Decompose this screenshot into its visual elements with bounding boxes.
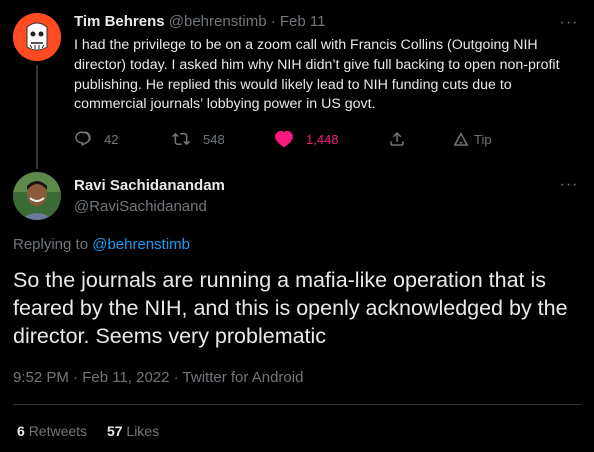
retweets-label: Retweets: [28, 423, 88, 439]
retweet-icon: [172, 132, 190, 146]
divider-top: [13, 404, 581, 405]
replying-to-line: Replying to @behrenstimb: [13, 236, 190, 253]
reply-tweet-header: Ravi Sachidanandam @RaviSachidanand: [13, 172, 583, 220]
tweet-timestamp-source[interactable]: 9:52 PM · Feb 11, 2022 · Twitter for And…: [13, 369, 303, 386]
replying-to-handle-link[interactable]: @behrenstimb: [92, 236, 190, 253]
share-button[interactable]: [388, 128, 406, 150]
tip-button[interactable]: Tip: [452, 128, 492, 150]
header-separator: ·: [270, 13, 276, 30]
retweets-count: 6: [17, 423, 25, 439]
tip-icon: [453, 132, 469, 146]
parent-author-name[interactable]: Tim Behrens: [74, 13, 165, 30]
retweets-stat[interactable]: 6 Retweets: [17, 423, 87, 439]
thread-connector-line: [36, 65, 38, 169]
likes-count: 57: [106, 423, 123, 439]
parent-more-options-button[interactable]: ···: [557, 14, 581, 34]
cartoon-face-icon: [13, 13, 61, 61]
reply-count: 42: [104, 131, 119, 147]
reply-icon: [75, 131, 91, 147]
parent-action-bar: 42 548 1,448 Tip: [74, 128, 514, 150]
likes-label: Likes: [126, 423, 160, 439]
engagement-stats: 6 Retweets 57 Likes: [17, 423, 175, 439]
reply-author-handle[interactable]: @RaviSachidanand: [74, 198, 207, 215]
parent-author-avatar[interactable]: [13, 13, 61, 61]
share-icon: [390, 131, 404, 146]
profile-photo-icon: [13, 172, 61, 220]
retweet-count: 548: [203, 131, 225, 147]
like-button[interactable]: 1,448: [274, 128, 339, 150]
parent-tweet-date[interactable]: Feb 11: [280, 13, 326, 30]
reply-more-options-button[interactable]: ···: [557, 176, 581, 196]
likes-stat[interactable]: 57 Likes: [107, 423, 159, 439]
reply-tweet-text: So the journals are running a mafia-like…: [13, 268, 568, 348]
tip-label: Tip: [474, 131, 492, 147]
heart-filled-icon: [275, 130, 293, 148]
parent-tweet-header: Tim Behrens @behrenstimb · Feb 11: [74, 13, 325, 30]
like-count: 1,448: [306, 131, 339, 147]
retweet-button[interactable]: 548: [171, 128, 225, 150]
parent-author-handle[interactable]: @behrenstimb: [169, 13, 267, 30]
reply-button[interactable]: 42: [74, 128, 118, 150]
reply-author-avatar[interactable]: [13, 172, 61, 220]
parent-tweet-text: I had the privilege to be on a zoom call…: [74, 37, 560, 113]
reply-author-name[interactable]: Ravi Sachidanandam: [74, 177, 225, 194]
parent-tweet[interactable]: Tim Behrens @behrenstimb · Feb 11 ··· I …: [0, 0, 594, 169]
replying-to-label: Replying to: [13, 236, 89, 253]
